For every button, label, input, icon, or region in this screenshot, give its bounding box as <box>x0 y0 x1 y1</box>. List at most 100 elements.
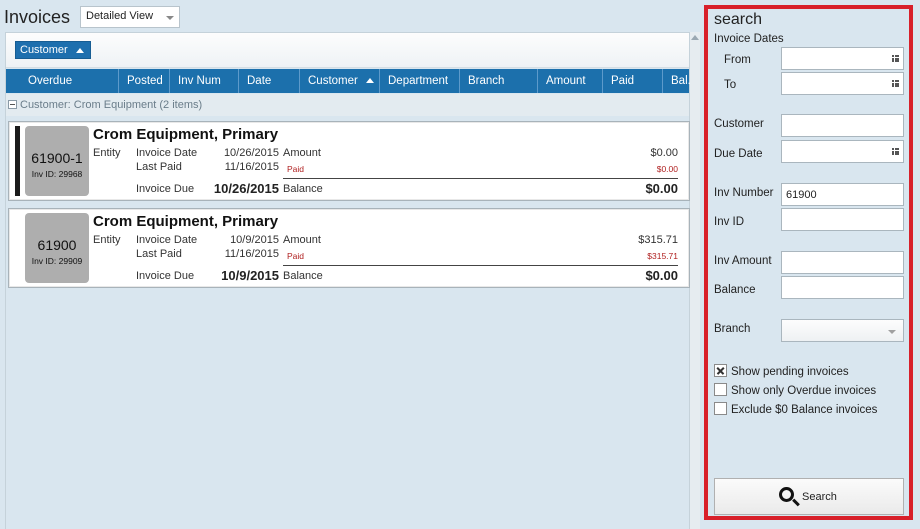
top-bar: Invoices Detailed View <box>0 0 700 34</box>
inv-amount-field[interactable] <box>781 251 904 274</box>
paid-value: $315.71 <box>647 251 678 261</box>
invoice-number: 61900 <box>37 237 77 253</box>
collapse-icon[interactable] <box>8 100 17 109</box>
balance-label: Balance <box>283 270 323 282</box>
show-pending-checkbox[interactable] <box>714 364 727 377</box>
inv-amount-label: Inv Amount <box>714 255 772 267</box>
invoice-number: 61900-1 <box>31 150 83 166</box>
exclude-zero-balance-checkbox[interactable] <box>714 402 727 415</box>
last-paid-label: Last Paid <box>136 161 182 173</box>
branch-label: Branch <box>714 323 751 335</box>
inv-id-field[interactable] <box>781 208 904 231</box>
column-header-posted[interactable]: Posted <box>118 69 169 93</box>
overdue-only-checkbox[interactable] <box>714 383 727 396</box>
customer-field[interactable] <box>781 114 904 137</box>
search-button-label: Search <box>802 491 837 503</box>
page-title: Invoices <box>4 7 71 27</box>
group-by-bar: Customer <box>6 33 689 68</box>
invoice-date-value: 10/9/2015 <box>230 234 279 246</box>
paid-label: Paid <box>287 251 305 261</box>
balance-value: $0.00 <box>645 181 678 196</box>
amount-value: $315.71 <box>638 234 678 246</box>
entity-label: Entity <box>93 234 121 246</box>
invoice-due-label: Invoice Due <box>136 183 195 195</box>
scroll-up-icon[interactable] <box>691 35 699 40</box>
column-header-department[interactable]: Department <box>379 69 459 93</box>
invoice-date-label: Invoice Date <box>136 147 198 159</box>
invoice-card[interactable]: 61900 Inv ID: 29909 Crom Equipment, Prim… <box>8 208 690 288</box>
invoice-date-label: Invoice Date <box>136 234 198 246</box>
customer-name: Crom Equipment, Primary <box>93 213 279 230</box>
inv-number-field[interactable]: 61900 <box>781 183 904 206</box>
inv-number-label: Inv Number <box>714 187 774 199</box>
amount-label: Amount <box>283 147 321 159</box>
column-header-balance[interactable]: Bal... <box>662 69 691 93</box>
last-paid-label: Last Paid <box>136 248 182 260</box>
column-header-customer[interactable]: Customer <box>299 69 379 93</box>
balance-field[interactable] <box>781 276 904 299</box>
from-date-field[interactable] <box>781 47 904 70</box>
overdue-only-checkbox-row[interactable]: Show only Overdue invoices <box>714 383 876 397</box>
balance-value: $0.00 <box>645 268 678 283</box>
column-header-amount[interactable]: Amount <box>537 69 602 93</box>
divider <box>283 178 678 179</box>
to-label: To <box>724 79 737 91</box>
due-date-label: Due Date <box>714 148 763 160</box>
customer-label: Customer <box>714 118 764 130</box>
sort-ascending-icon <box>75 48 84 53</box>
invoice-dates-label: Invoice Dates <box>714 33 784 45</box>
paid-value: $0.00 <box>656 164 678 174</box>
chevron-down-icon <box>888 330 896 334</box>
search-button[interactable]: Search <box>714 478 904 515</box>
calendar-icon[interactable] <box>892 55 899 62</box>
search-panel-title: search <box>714 11 763 28</box>
invoice-due-value: 10/9/2015 <box>221 268 279 283</box>
chevron-down-icon <box>166 16 174 20</box>
column-header-paid[interactable]: Paid <box>602 69 662 93</box>
group-row-label: Customer: Crom Equipment (2 items) <box>20 99 203 111</box>
paid-label: Paid <box>287 164 305 174</box>
show-pending-checkbox-row[interactable]: Show pending invoices <box>714 364 849 378</box>
invoice-number-tile: 61900 Inv ID: 29909 <box>25 213 89 283</box>
last-paid-value: 11/16/2015 <box>224 161 279 173</box>
due-date-field[interactable] <box>781 140 904 163</box>
sort-ascending-icon <box>365 78 374 84</box>
from-label: From <box>724 54 751 66</box>
group-chip-label: Customer <box>20 44 68 56</box>
amount-value: $0.00 <box>650 147 678 159</box>
invoice-id: Inv ID: 29968 <box>31 169 83 179</box>
group-chip-customer[interactable]: Customer <box>15 41 91 59</box>
invoice-id: Inv ID: 29909 <box>31 256 83 266</box>
column-header-row: Overdue Posted Inv Num Date Customer Dep… <box>6 69 691 93</box>
column-header-overdue[interactable]: Overdue <box>6 69 118 93</box>
invoice-card[interactable]: 61900-1 Inv ID: 29968 Crom Equipment, Pr… <box>8 121 690 201</box>
divider <box>283 265 678 266</box>
invoice-number-tile: 61900-1 Inv ID: 29968 <box>25 126 89 196</box>
to-date-field[interactable] <box>781 72 904 95</box>
column-header-branch[interactable]: Branch <box>459 69 537 93</box>
selection-stripe <box>15 126 20 196</box>
vertical-scrollbar[interactable] <box>690 32 700 529</box>
invoice-due-label: Invoice Due <box>136 270 195 282</box>
last-paid-value: 11/16/2015 <box>224 248 279 260</box>
column-header-inv-num[interactable]: Inv Num <box>169 69 238 93</box>
invoice-grid: Customer Overdue Posted Inv Num Date Cus… <box>5 32 691 529</box>
search-panel: search Invoice Dates From To Customer Du… <box>704 5 913 520</box>
view-selector-value: Detailed View <box>86 10 154 22</box>
invoice-due-value: 10/26/2015 <box>213 181 279 196</box>
group-row-customer[interactable]: Customer: Crom Equipment (2 items) <box>6 94 689 116</box>
entity-label: Entity <box>93 147 121 159</box>
invoice-date-value: 10/26/2015 <box>223 147 279 159</box>
exclude-zero-balance-checkbox-row[interactable]: Exclude $0 Balance invoices <box>714 402 877 416</box>
calendar-icon[interactable] <box>892 80 899 87</box>
column-header-date[interactable]: Date <box>238 69 299 93</box>
view-selector[interactable]: Detailed View <box>80 6 180 28</box>
balance-label: Balance <box>283 183 323 195</box>
balance-label: Balance <box>714 284 756 296</box>
calendar-icon[interactable] <box>892 148 899 155</box>
inv-id-label: Inv ID <box>714 216 745 228</box>
amount-label: Amount <box>283 234 321 246</box>
branch-select[interactable] <box>781 319 904 342</box>
customer-name: Crom Equipment, Primary <box>93 126 279 143</box>
magnifier-icon <box>779 487 794 502</box>
